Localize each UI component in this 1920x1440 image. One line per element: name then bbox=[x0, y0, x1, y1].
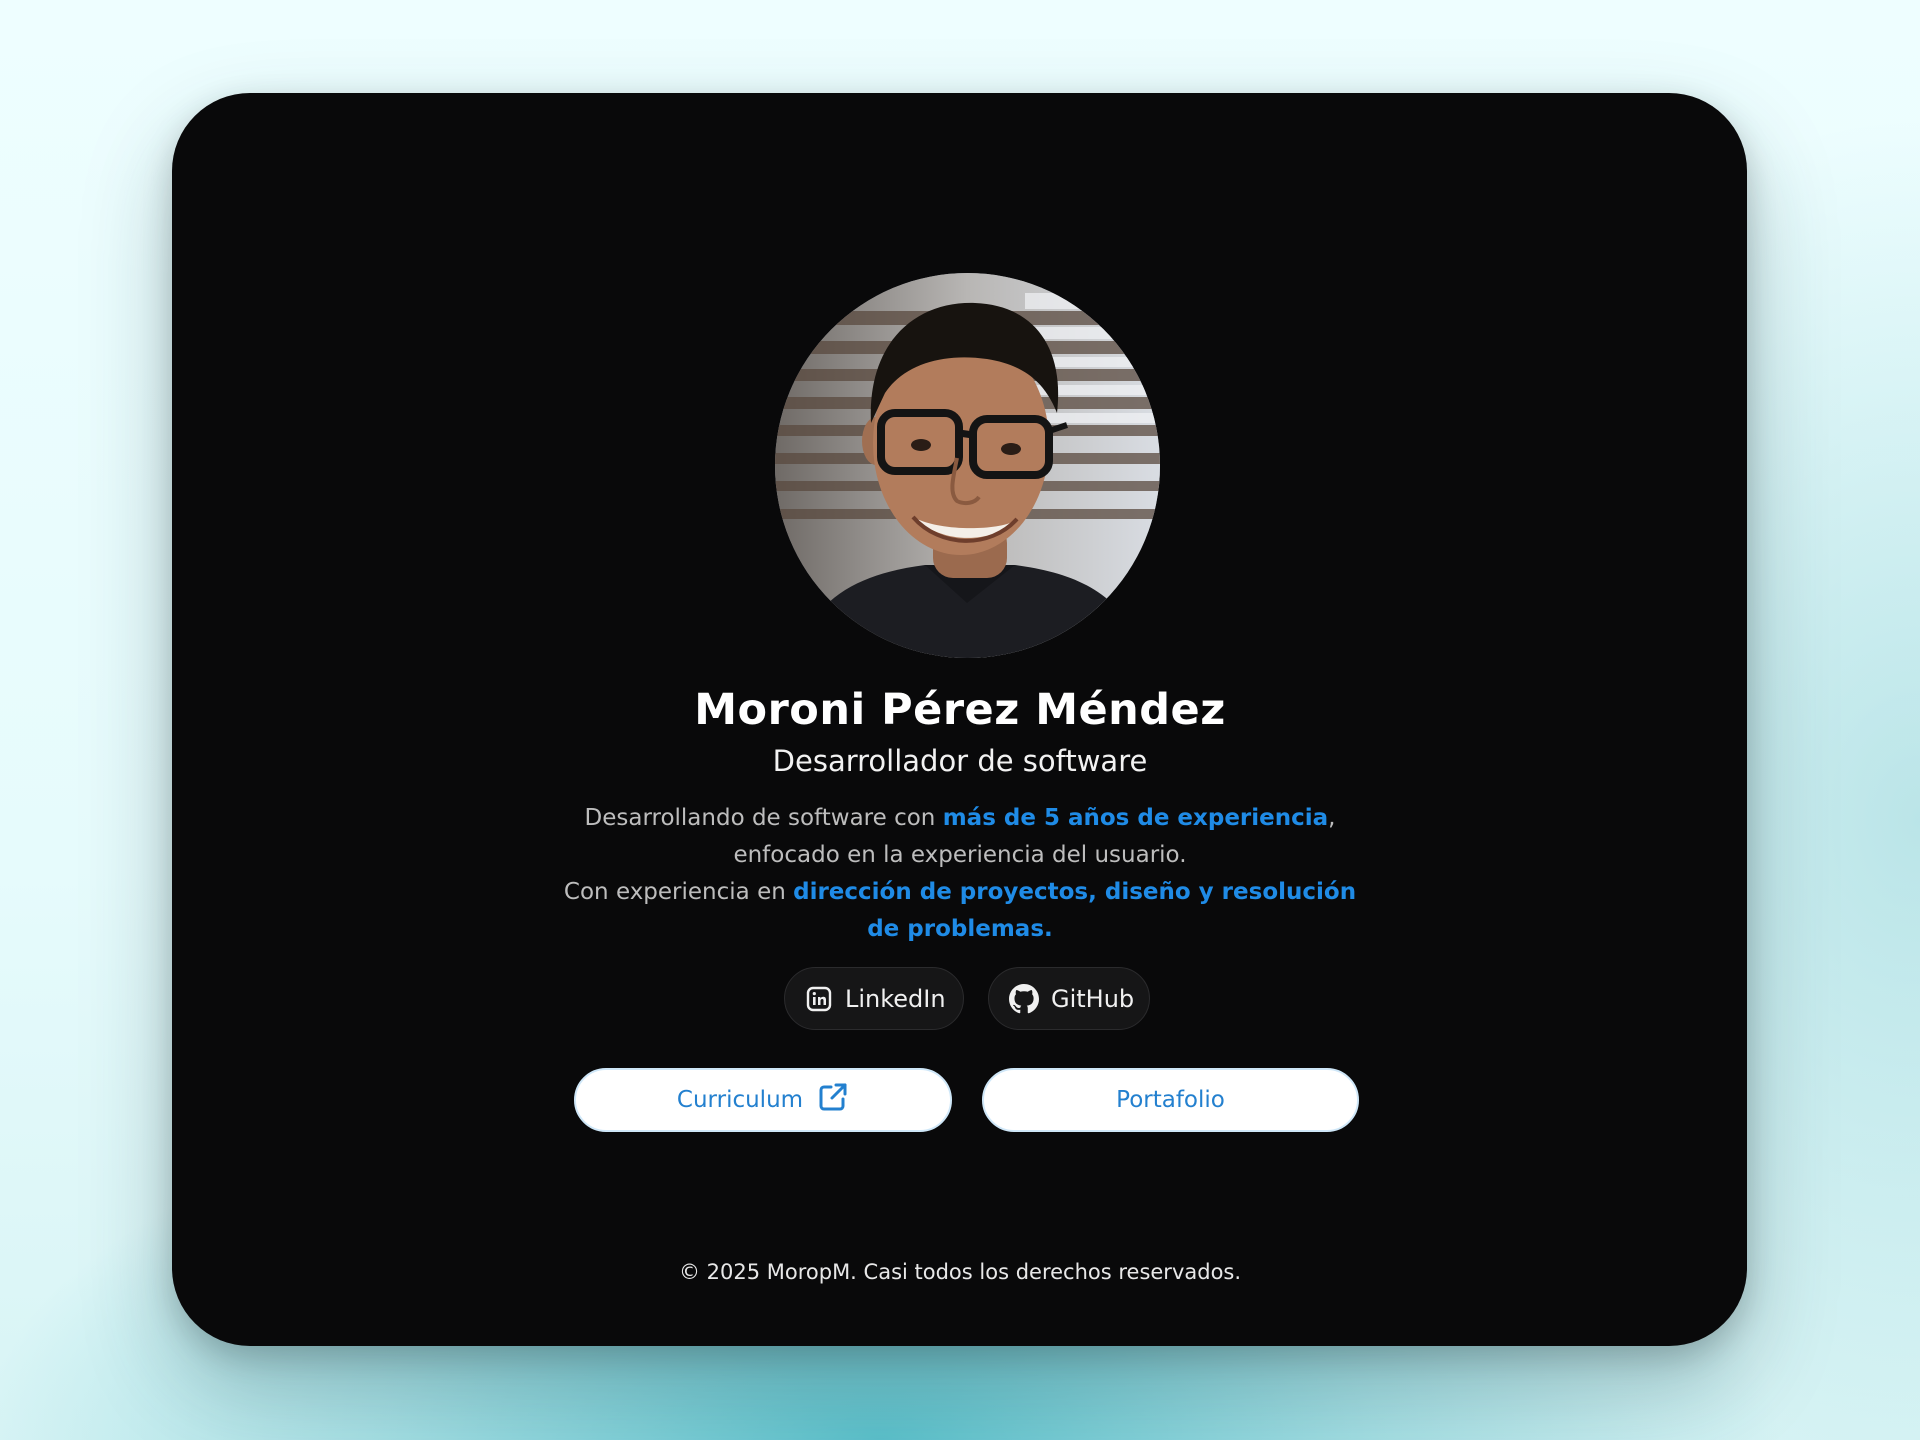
bio-skills-highlight: dirección de proyectos, diseño y resoluc… bbox=[793, 879, 1357, 942]
avatar bbox=[775, 273, 1160, 658]
curriculum-button[interactable]: Curriculum bbox=[574, 1068, 952, 1132]
portfolio-button[interactable]: Portafolio bbox=[982, 1068, 1359, 1132]
linkedin-icon bbox=[805, 985, 833, 1013]
profile-role: Desarrollador de software bbox=[772, 744, 1148, 778]
bio-line1-punct: , bbox=[1328, 805, 1336, 831]
portfolio-label: Portafolio bbox=[1116, 1087, 1225, 1113]
github-button[interactable]: GitHub bbox=[988, 967, 1150, 1030]
external-link-icon bbox=[817, 1081, 849, 1119]
bio-experience-highlight: más de 5 años de experiencia bbox=[942, 805, 1329, 831]
action-buttons: Curriculum Portafolio bbox=[574, 1068, 1359, 1132]
profile-name: Moroni Pérez Méndez bbox=[694, 685, 1226, 735]
bio-line3-text: Con experiencia en bbox=[563, 879, 794, 905]
avatar-photo bbox=[775, 273, 1160, 658]
social-links: LinkedIn GitHub bbox=[784, 967, 1150, 1030]
curriculum-label: Curriculum bbox=[676, 1087, 804, 1113]
linkedin-label: LinkedIn bbox=[845, 984, 946, 1013]
bio-text: Desarrollando de software con más de 5 a… bbox=[560, 800, 1360, 948]
github-icon bbox=[1009, 983, 1039, 1014]
bio-line1-text: Desarrollando de software con bbox=[584, 805, 943, 831]
bio-line2-text: enfocado en la experiencia del usuario. bbox=[733, 842, 1187, 868]
github-label: GitHub bbox=[1051, 984, 1135, 1013]
footer-copyright: © 2025 MoropM. Casi todos los derechos r… bbox=[678, 1260, 1242, 1284]
linkedin-button[interactable]: LinkedIn bbox=[784, 967, 964, 1030]
